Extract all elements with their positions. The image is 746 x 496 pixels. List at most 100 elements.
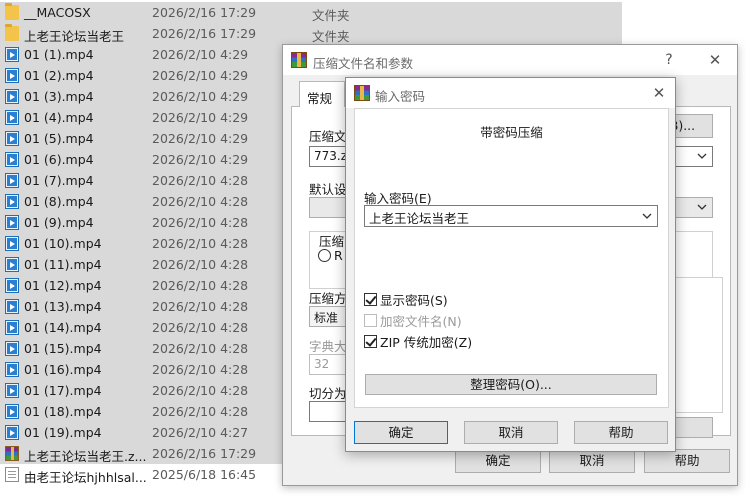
video-file-icon [5,110,19,125]
video-file-icon [5,425,19,440]
chevron-down-icon[interactable] [640,209,654,223]
organize-passwords-button[interactable]: 整理密码(O)... [365,374,657,395]
file-date: 2026/2/10 4:28 [152,362,249,377]
format-radio[interactable] [318,249,331,262]
file-name: 01 (18).mp4 [24,404,102,419]
archive-file-icon [5,446,19,461]
password-ok-button[interactable]: 确定 [354,421,448,444]
zip-legacy-check-icon[interactable] [364,334,377,348]
password-heading: 带密码压缩 [480,125,543,140]
encrypt-file-names-checkbox[interactable]: 加密文件名(N) [364,312,462,329]
compression-method-value: 标准 [314,311,339,325]
file-date: 2026/2/10 4:29 [152,47,249,62]
video-file-icon [5,215,19,230]
password-value: 上老王论坛当老王 [369,211,470,226]
password-help-button[interactable]: 帮助 [574,421,668,444]
file-name: 01 (5).mp4 [24,131,94,146]
file-row[interactable]: __MACOSX 2026/2/16 17:29 文件夹 [0,2,622,23]
archive-ok-button[interactable]: 确定 [455,449,541,473]
file-type: 文件夹 [312,8,350,23]
zip-legacy-label: ZIP 传统加密(Z) [380,334,473,350]
file-date: 2026/2/16 17:29 [152,446,257,461]
video-file-icon [5,341,19,356]
password-cancel-button[interactable]: 取消 [464,421,558,444]
file-date: 2026/2/10 4:28 [152,257,249,272]
video-file-icon [5,236,19,251]
password-dialog-title: 输入密码 [375,89,426,104]
zip-legacy-encryption-checkbox[interactable]: ZIP 传统加密(Z) [364,333,473,350]
file-date: 2026/2/10 4:28 [152,341,249,356]
winrar-logo-icon [354,85,370,101]
close-icon[interactable]: ✕ [649,83,669,103]
compression-method-label: 压缩方 [309,291,347,306]
file-date: 2026/2/16 17:29 [152,26,257,41]
winrar-logo-icon [291,52,307,68]
video-file-icon [5,404,19,419]
file-date: 2026/2/10 4:28 [152,173,249,188]
file-name: 上老王论坛当老王.z... [24,449,147,464]
show-password-label: 显示密码(S) [380,292,448,308]
video-file-icon [5,173,19,188]
video-file-icon [5,89,19,104]
video-file-icon [5,278,19,293]
video-file-icon [5,68,19,83]
video-file-icon [5,362,19,377]
password-input[interactable]: 上老王论坛当老王 [364,205,658,227]
archive-dialog-title: 压缩文件名和参数 [313,56,414,71]
archive-name-label: 压缩文 [309,129,347,144]
file-name: 01 (7).mp4 [24,173,94,188]
file-date: 2026/2/10 4:29 [152,89,249,104]
file-name: 01 (8).mp4 [24,194,94,209]
file-name: 01 (10).mp4 [24,236,102,251]
file-row[interactable]: 上老王论坛当老王 2026/2/16 17:29 文件夹 [0,23,622,44]
file-name: 01 (17).mp4 [24,383,102,398]
folder-icon [5,3,19,20]
file-name: 01 (2).mp4 [24,68,94,83]
file-date: 2025/6/18 16:45 [152,467,257,482]
file-date: 2026/2/10 4:29 [152,110,249,125]
video-file-icon [5,194,19,209]
file-name: 上老王论坛当老王 [24,29,125,44]
archive-cancel-button[interactable]: 取消 [549,449,635,473]
archive-help-button[interactable]: 帮助 [644,449,730,473]
archive-dialog-titlebar: 压缩文件名和参数 ? ✕ [283,45,737,75]
text-file-icon [5,467,19,482]
file-name: 01 (13).mp4 [24,299,102,314]
show-password-checkbox[interactable]: 显示密码(S) [364,291,448,308]
tab-general[interactable]: 常规 [299,81,345,107]
file-date: 2026/2/10 4:28 [152,404,249,419]
enter-password-dialog: 输入密码 ✕ 带密码压缩 输入密码(E) 上老王论坛当老王 显示密码(S) 加密… [345,77,676,452]
chevron-down-icon[interactable] [695,149,709,163]
video-file-icon [5,383,19,398]
file-date: 2026/2/10 4:27 [152,425,249,440]
file-name: 01 (14).mp4 [24,320,102,335]
file-name: 01 (19).mp4 [24,425,102,440]
file-date: 2026/2/10 4:28 [152,383,249,398]
file-date: 2026/2/16 17:29 [152,5,257,20]
file-name: 01 (4).mp4 [24,110,94,125]
file-name: 01 (16).mp4 [24,362,102,377]
help-question-icon[interactable]: ? [659,50,679,70]
file-date: 2026/2/10 4:28 [152,320,249,335]
default-profile-label: 默认设 [309,182,347,197]
file-date: 2026/2/10 4:28 [152,236,249,251]
file-date: 2026/2/10 4:28 [152,278,249,293]
file-name: 01 (15).mp4 [24,341,102,356]
split-volumes-label: 切分为 [309,386,347,401]
folder-icon [5,24,19,41]
password-dialog-titlebar: 输入密码 ✕ [346,78,675,108]
dictionary-size-label: 字典大 [309,339,347,354]
show-password-check-icon[interactable] [364,292,377,306]
file-name: 01 (1).mp4 [24,47,94,62]
file-name: 01 (3).mp4 [24,89,94,104]
file-name: 01 (12).mp4 [24,278,102,293]
file-name: 01 (11).mp4 [24,257,102,272]
video-file-icon [5,320,19,335]
file-date: 2026/2/10 4:29 [152,152,249,167]
encrypt-file-names-label: 加密文件名(N) [380,313,462,329]
encrypt-file-names-check-icon[interactable] [364,313,377,327]
file-name: __MACOSX [24,5,91,20]
file-date: 2026/2/10 4:29 [152,131,249,146]
close-icon[interactable]: ✕ [705,50,725,70]
chevron-down-icon[interactable] [695,200,709,214]
